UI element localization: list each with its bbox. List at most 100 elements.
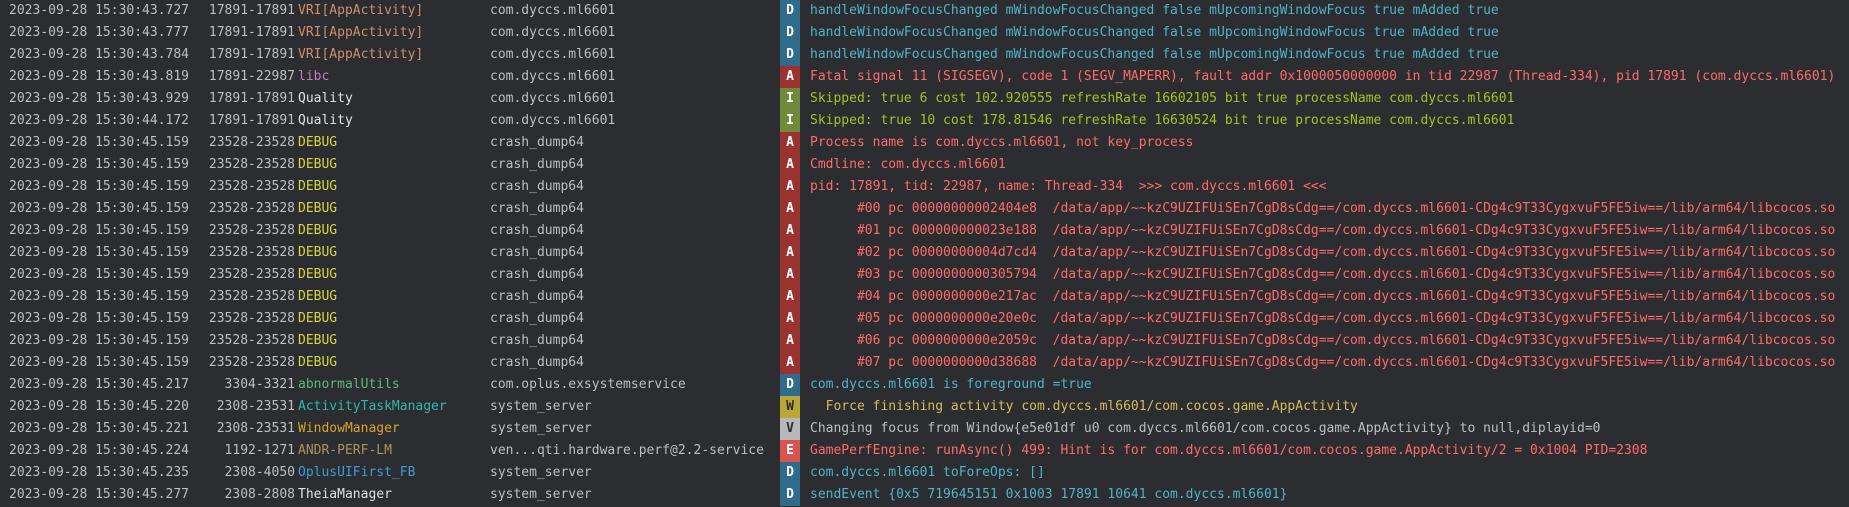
log-row[interactable]: 2023-09-28 15:30:45.159 23528-23528 DEBUG c… bbox=[0, 330, 1849, 352]
log-row[interactable]: 2023-09-28 15:30:45.159 23528-23528 DEBUG c… bbox=[0, 264, 1849, 286]
log-row[interactable]: 2023-09-28 15:30:45.235 2308-4050 OplusUIF… bbox=[0, 462, 1849, 484]
log-package: com.dyccs.ml6601 bbox=[490, 113, 616, 128]
log-row[interactable]: 2023-09-28 15:30:45.159 23528-23528 DEBUG c… bbox=[0, 242, 1849, 264]
log-row[interactable]: 2023-09-28 15:30:43.784 17891-17891 VRI[Ap… bbox=[0, 44, 1849, 66]
log-timestamp: 2023-09-28 15:30:45.235 bbox=[9, 465, 190, 480]
log-tag: libc bbox=[298, 69, 330, 84]
log-level-badge: A bbox=[780, 264, 800, 286]
log-level-badge: I bbox=[780, 88, 800, 110]
log-package: ven...qti.hardware.perf@2.2-service bbox=[490, 443, 764, 458]
log-message: handleWindowFocusChanged mWindowFocusCha… bbox=[810, 47, 1499, 62]
log-message: handleWindowFocusChanged mWindowFocusCha… bbox=[810, 25, 1499, 40]
log-tag: Quality bbox=[298, 113, 353, 128]
log-timestamp: 2023-09-28 15:30:45.220 bbox=[9, 399, 190, 414]
log-tag: DEBUG bbox=[298, 157, 338, 172]
log-timestamp: 2023-09-28 15:30:43.819 bbox=[9, 69, 190, 84]
log-row[interactable]: 2023-09-28 15:30:43.929 17891-17891 Qualit… bbox=[0, 88, 1849, 110]
log-tag: DEBUG bbox=[298, 135, 338, 150]
log-row[interactable]: 2023-09-28 15:30:45.159 23528-23528 DEBUG c… bbox=[0, 352, 1849, 374]
log-level-badge: D bbox=[780, 374, 800, 396]
log-tag: DEBUG bbox=[298, 311, 338, 326]
log-message: Fatal signal 11 (SIGSEGV), code 1 (SEGV_… bbox=[810, 69, 1836, 84]
log-tag: DEBUG bbox=[298, 289, 338, 304]
log-level-badge: V bbox=[780, 418, 800, 440]
log-level-badge: A bbox=[780, 330, 800, 352]
log-level-badge: A bbox=[780, 220, 800, 242]
log-timestamp: 2023-09-28 15:30:45.159 bbox=[9, 223, 190, 238]
log-row[interactable]: 2023-09-28 15:30:45.217 3304-3321 abnormal… bbox=[0, 374, 1849, 396]
log-pid-tid: 23528-23528 bbox=[208, 311, 295, 326]
log-package: crash_dump64 bbox=[490, 333, 584, 348]
log-level-badge: A bbox=[780, 176, 800, 198]
log-timestamp: 2023-09-28 15:30:45.217 bbox=[9, 377, 190, 392]
log-row[interactable]: 2023-09-28 15:30:45.159 23528-23528 DEBUG c… bbox=[0, 154, 1849, 176]
log-level-badge: A bbox=[780, 352, 800, 374]
log-row[interactable]: 2023-09-28 15:30:44.172 17891-17891 Qualit… bbox=[0, 110, 1849, 132]
log-package: crash_dump64 bbox=[490, 157, 584, 172]
log-level-badge: D bbox=[780, 484, 800, 506]
log-tag: DEBUG bbox=[298, 201, 338, 216]
log-level-badge: A bbox=[780, 308, 800, 330]
log-package: com.dyccs.ml6601 bbox=[490, 91, 616, 106]
log-row[interactable]: 2023-09-28 15:30:45.159 23528-23528 DEBUG c… bbox=[0, 176, 1849, 198]
log-pid-tid: 23528-23528 bbox=[208, 179, 295, 194]
log-message: #06 pc 0000000000e2059c /data/app/~~kzC9… bbox=[810, 333, 1836, 348]
log-package: system_server bbox=[490, 465, 592, 480]
log-tag: TheiaManager bbox=[298, 487, 392, 502]
log-pid-tid: 17891-17891 bbox=[208, 47, 295, 62]
log-row[interactable]: 2023-09-28 15:30:43.727 17891-17891 VRI[Ap… bbox=[0, 0, 1849, 22]
log-pid-tid: 23528-23528 bbox=[208, 201, 295, 216]
log-timestamp: 2023-09-28 15:30:45.159 bbox=[9, 355, 190, 370]
log-row[interactable]: 2023-09-28 15:30:45.159 23528-23528 DEBUG c… bbox=[0, 286, 1849, 308]
log-level-badge: D bbox=[780, 0, 800, 22]
log-timestamp: 2023-09-28 15:30:44.172 bbox=[9, 113, 190, 128]
log-pid-tid: 17891-17891 bbox=[208, 113, 295, 128]
log-timestamp: 2023-09-28 15:30:45.159 bbox=[9, 333, 190, 348]
vertical-scrollbar[interactable] bbox=[1839, 0, 1849, 507]
log-row[interactable]: 2023-09-28 15:30:45.159 23528-23528 DEBUG c… bbox=[0, 220, 1849, 242]
log-pid-tid: 2308-23531 bbox=[216, 421, 295, 436]
log-tag: DEBUG bbox=[298, 245, 338, 260]
log-row[interactable]: 2023-09-28 15:30:45.220 2308-23531 Activit… bbox=[0, 396, 1849, 418]
log-message: Skipped: true 10 cost 178.81546 refreshR… bbox=[810, 113, 1515, 128]
log-package: crash_dump64 bbox=[490, 179, 584, 194]
log-message: sendEvent {0x5 719645151 0x1003 17891 10… bbox=[810, 487, 1288, 502]
log-level-badge: A bbox=[780, 198, 800, 220]
log-package: crash_dump64 bbox=[490, 267, 584, 282]
log-row[interactable]: 2023-09-28 15:30:43.777 17891-17891 VRI[Ap… bbox=[0, 22, 1849, 44]
log-message: pid: 17891, tid: 22987, name: Thread-334… bbox=[810, 179, 1327, 194]
log-row[interactable]: 2023-09-28 15:30:45.277 2308-2808 TheiaMan… bbox=[0, 484, 1849, 506]
log-package: com.dyccs.ml6601 bbox=[490, 47, 616, 62]
log-timestamp: 2023-09-28 15:30:43.727 bbox=[9, 3, 190, 18]
log-timestamp: 2023-09-28 15:30:45.159 bbox=[9, 245, 190, 260]
log-pid-tid: 1192-1271 bbox=[224, 443, 295, 458]
log-pid-tid: 17891-22987 bbox=[208, 69, 295, 84]
log-message: Process name is com.dyccs.ml6601, not ke… bbox=[810, 135, 1194, 150]
log-level-badge: D bbox=[780, 462, 800, 484]
log-row[interactable]: 2023-09-28 15:30:45.221 2308-23531 WindowM… bbox=[0, 418, 1849, 440]
log-level-badge: A bbox=[780, 132, 800, 154]
log-row[interactable]: 2023-09-28 15:30:45.224 1192-1271 ANDR-PER… bbox=[0, 440, 1849, 462]
log-package: crash_dump64 bbox=[490, 289, 584, 304]
log-pid-tid: 23528-23528 bbox=[208, 333, 295, 348]
log-package: system_server bbox=[490, 399, 592, 414]
log-timestamp: 2023-09-28 15:30:43.929 bbox=[9, 91, 190, 106]
log-row[interactable]: 2023-09-28 15:30:43.819 17891-22987 libc co… bbox=[0, 66, 1849, 88]
log-row[interactable]: 2023-09-28 15:30:45.159 23528-23528 DEBUG c… bbox=[0, 198, 1849, 220]
log-pid-tid: 2308-4050 bbox=[224, 465, 295, 480]
log-tag: OplusUIFirst_FB bbox=[298, 465, 416, 480]
log-message: Cmdline: com.dyccs.ml6601 bbox=[810, 157, 1006, 172]
log-row[interactable]: 2023-09-28 15:30:45.159 23528-23528 DEBUG c… bbox=[0, 308, 1849, 330]
log-message: #03 pc 0000000000305794 /data/app/~~kzC9… bbox=[810, 267, 1836, 282]
log-pid-tid: 3304-3321 bbox=[224, 377, 295, 392]
log-pid-tid: 23528-23528 bbox=[208, 355, 295, 370]
log-timestamp: 2023-09-28 15:30:45.159 bbox=[9, 267, 190, 282]
log-pid-tid: 23528-23528 bbox=[208, 267, 295, 282]
log-message: handleWindowFocusChanged mWindowFocusCha… bbox=[810, 3, 1499, 18]
log-message: #07 pc 0000000000d38688 /data/app/~~kzC9… bbox=[810, 355, 1836, 370]
log-message: com.dyccs.ml6601 is foreground =true bbox=[810, 377, 1092, 392]
log-package: com.dyccs.ml6601 bbox=[490, 69, 616, 84]
log-pid-tid: 17891-17891 bbox=[208, 91, 295, 106]
log-pid-tid: 23528-23528 bbox=[208, 289, 295, 304]
log-row[interactable]: 2023-09-28 15:30:45.159 23528-23528 DEBUG c… bbox=[0, 132, 1849, 154]
